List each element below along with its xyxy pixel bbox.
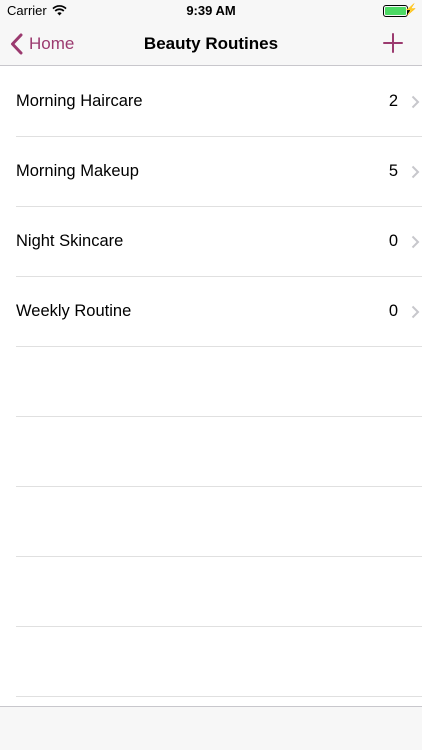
- empty-row: [16, 627, 422, 697]
- empty-row: [16, 347, 422, 417]
- status-time: 9:39 AM: [186, 3, 236, 18]
- routine-count: 2: [388, 92, 398, 110]
- chevron-right-icon: [411, 305, 420, 319]
- routine-title: Night Skincare: [16, 232, 124, 250]
- routine-count: 5: [388, 162, 398, 180]
- empty-row: [16, 487, 422, 557]
- chevron-right-icon: [411, 165, 420, 179]
- empty-row: [16, 417, 422, 487]
- plus-icon: [383, 33, 403, 53]
- empty-row: [16, 557, 422, 627]
- routine-count: 0: [388, 232, 398, 250]
- routine-title: Morning Haircare: [16, 92, 143, 110]
- bottom-toolbar: [0, 706, 422, 750]
- routine-title: Weekly Routine: [16, 302, 132, 320]
- add-routine-button[interactable]: [382, 32, 404, 54]
- routine-title: Morning Makeup: [16, 162, 139, 180]
- navigation-bar: Home Beauty Routines: [0, 22, 422, 66]
- list-item[interactable]: Morning Haircare 2: [16, 67, 422, 137]
- routine-count: 0: [388, 302, 398, 320]
- page-title: Beauty Routines: [143, 34, 279, 53]
- charging-bolt-icon: ⚡: [404, 4, 418, 16]
- list-item[interactable]: Weekly Routine 0: [16, 277, 422, 347]
- routines-list: Morning Haircare 2 Morning Makeup 5 Nigh…: [0, 67, 422, 697]
- chevron-right-icon: [411, 235, 420, 249]
- chevron-right-icon: [411, 95, 420, 109]
- list-item[interactable]: Night Skincare 0: [16, 207, 422, 277]
- list-item[interactable]: Morning Makeup 5: [16, 137, 422, 207]
- status-bar: Carrier 9:39 AM ⚡: [0, 0, 422, 22]
